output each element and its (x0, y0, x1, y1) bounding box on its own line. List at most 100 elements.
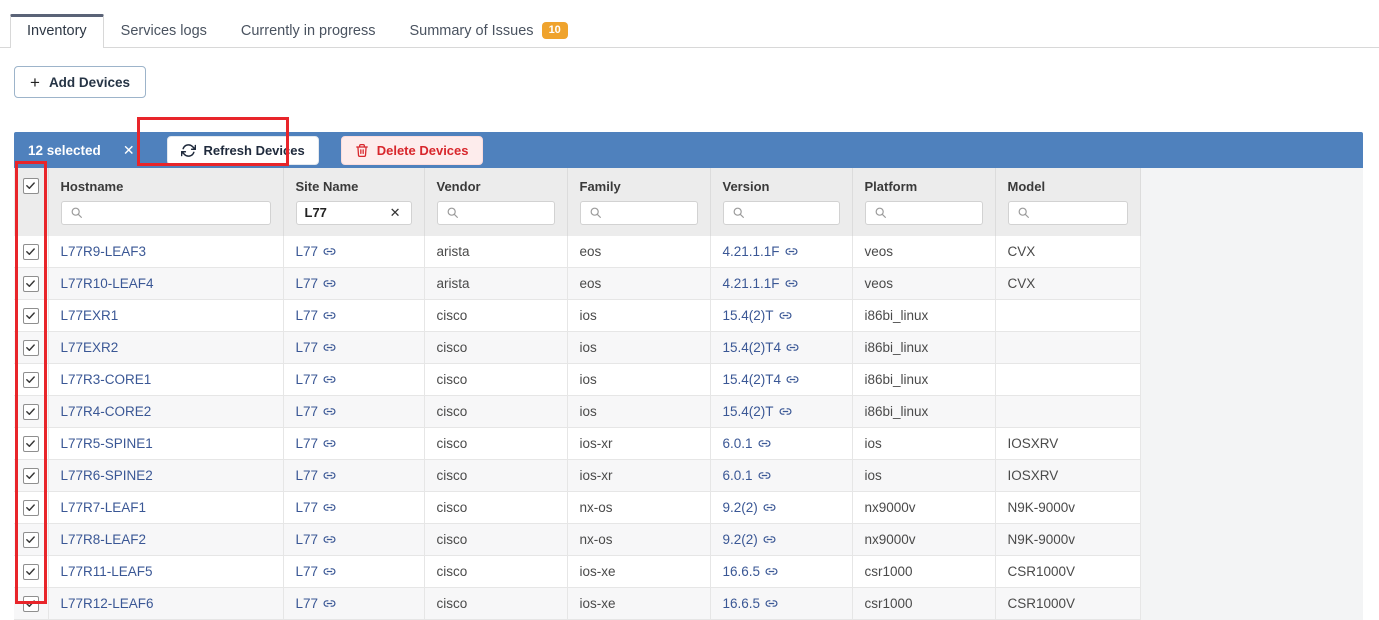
site-link[interactable]: L77 (296, 276, 337, 291)
clear-x-icon[interactable]: ✕ (388, 205, 403, 221)
row-checkbox[interactable] (23, 372, 39, 388)
hostname-link[interactable]: L77R7-LEAF1 (61, 500, 147, 515)
clear-selection-icon[interactable]: ✕ (115, 140, 143, 161)
platform-cell: veos (852, 236, 995, 268)
platform-cell: nx9000v (852, 524, 995, 556)
row-checkbox[interactable] (23, 340, 39, 356)
hostname-link[interactable]: L77R3-CORE1 (61, 372, 152, 387)
row-checkbox[interactable] (23, 564, 39, 580)
tab-services-logs[interactable]: Services logs (104, 14, 224, 48)
column-header-empty (1140, 168, 1363, 196)
empty-cell (1140, 460, 1363, 492)
site-link[interactable]: L77 (296, 596, 337, 611)
search-icon (874, 206, 887, 219)
platform-filter-input[interactable] (893, 205, 974, 220)
actions-row: + Add Devices (0, 48, 1379, 106)
row-checkbox[interactable] (23, 500, 39, 516)
hostname-link[interactable]: L77R8-LEAF2 (61, 532, 147, 547)
site-link[interactable]: L77 (296, 436, 337, 451)
hostname-link[interactable]: L77R10-LEAF4 (61, 276, 154, 291)
link-icon (323, 501, 336, 514)
platform-cell: i86bi_linux (852, 364, 995, 396)
check-icon (25, 534, 36, 545)
link-icon (763, 533, 776, 546)
site-link[interactable]: L77 (296, 564, 337, 579)
hostname-link[interactable]: L77R6-SPINE2 (61, 468, 153, 483)
version-link[interactable]: 16.6.5 (723, 596, 779, 611)
version-link[interactable]: 9.2(2) (723, 500, 776, 515)
vendor-filter (437, 201, 555, 225)
hostname-link[interactable]: L77EXR1 (61, 308, 119, 323)
check-icon (25, 502, 36, 513)
version-link[interactable]: 4.21.1.1F (723, 244, 798, 259)
version-link[interactable]: 15.4(2)T4 (723, 372, 800, 387)
column-header-site-name: Site Name (283, 168, 424, 196)
hostname-link[interactable]: L77R9-LEAF3 (61, 244, 147, 259)
version-link[interactable]: 15.4(2)T (723, 308, 792, 323)
row-checkbox[interactable] (23, 436, 39, 452)
version-link[interactable]: 6.0.1 (723, 436, 771, 451)
row-checkbox[interactable] (23, 308, 39, 324)
tab-currently-in-progress[interactable]: Currently in progress (224, 14, 393, 48)
link-icon (786, 373, 799, 386)
vendor-filter-input[interactable] (465, 205, 546, 220)
version-link[interactable]: 16.6.5 (723, 564, 779, 579)
hostname-link[interactable]: L77R11-LEAF5 (61, 564, 153, 579)
vendor-cell: cisco (424, 492, 567, 524)
version-filter-input[interactable] (751, 205, 831, 220)
site-link[interactable]: L77 (296, 244, 337, 259)
platform-cell: i86bi_linux (852, 396, 995, 428)
check-icon (25, 310, 36, 321)
refresh-devices-button[interactable]: Refresh Devices (167, 136, 319, 165)
family-cell: ios (567, 396, 710, 428)
row-checkbox[interactable] (23, 244, 39, 260)
site-link[interactable]: L77 (296, 468, 337, 483)
model-cell (995, 332, 1140, 364)
hostname-link[interactable]: L77R4-CORE2 (61, 404, 152, 419)
delete-devices-button[interactable]: Delete Devices (341, 136, 483, 165)
hostname-filter-input[interactable] (89, 205, 262, 220)
tab-summary-of-issues-label: Summary of Issues (409, 23, 533, 39)
model-cell: IOSXRV (995, 460, 1140, 492)
column-header-vendor: Vendor (424, 168, 567, 196)
row-checkbox[interactable] (23, 276, 39, 292)
site-link[interactable]: L77 (296, 340, 337, 355)
tab-summary-of-issues[interactable]: Summary of Issues 10 (392, 13, 584, 48)
empty-cell (1140, 524, 1363, 556)
hostname-link[interactable]: L77R5-SPINE1 (61, 436, 153, 451)
family-cell: eos (567, 268, 710, 300)
link-icon (779, 309, 792, 322)
version-link[interactable]: 15.4(2)T (723, 404, 792, 419)
site-link[interactable]: L77 (296, 532, 337, 547)
tab-currently-in-progress-label: Currently in progress (241, 23, 376, 39)
version-link[interactable]: 4.21.1.1F (723, 276, 798, 291)
link-icon (765, 597, 778, 610)
tab-inventory[interactable]: Inventory (10, 14, 104, 48)
site-link[interactable]: L77 (296, 500, 337, 515)
site-name-filter-input[interactable] (305, 205, 382, 220)
link-icon (758, 437, 771, 450)
row-checkbox[interactable] (23, 468, 39, 484)
row-checkbox[interactable] (23, 596, 39, 612)
column-header-platform: Platform (852, 168, 995, 196)
model-filter-input[interactable] (1036, 205, 1119, 220)
add-devices-button[interactable]: + Add Devices (14, 66, 146, 98)
version-link[interactable]: 15.4(2)T4 (723, 340, 800, 355)
site-link[interactable]: L77 (296, 404, 337, 419)
select-all-checkbox[interactable] (23, 178, 39, 194)
version-link[interactable]: 9.2(2) (723, 532, 776, 547)
hostname-link[interactable]: L77R12-LEAF6 (61, 596, 154, 611)
link-icon (323, 373, 336, 386)
table-row: L77R4-CORE2L77ciscoios15.4(2)Ti86bi_linu… (14, 396, 1363, 428)
site-link[interactable]: L77 (296, 308, 337, 323)
vendor-cell: cisco (424, 556, 567, 588)
vendor-cell: cisco (424, 364, 567, 396)
version-link[interactable]: 6.0.1 (723, 468, 771, 483)
row-checkbox[interactable] (23, 404, 39, 420)
family-filter-input[interactable] (608, 205, 689, 220)
site-link[interactable]: L77 (296, 372, 337, 387)
row-checkbox[interactable] (23, 532, 39, 548)
table-row: L77R7-LEAF1L77cisconx-os9.2(2)nx9000vN9K… (14, 492, 1363, 524)
hostname-link[interactable]: L77EXR2 (61, 340, 119, 355)
selected-count-label: 12 selected (28, 143, 101, 158)
